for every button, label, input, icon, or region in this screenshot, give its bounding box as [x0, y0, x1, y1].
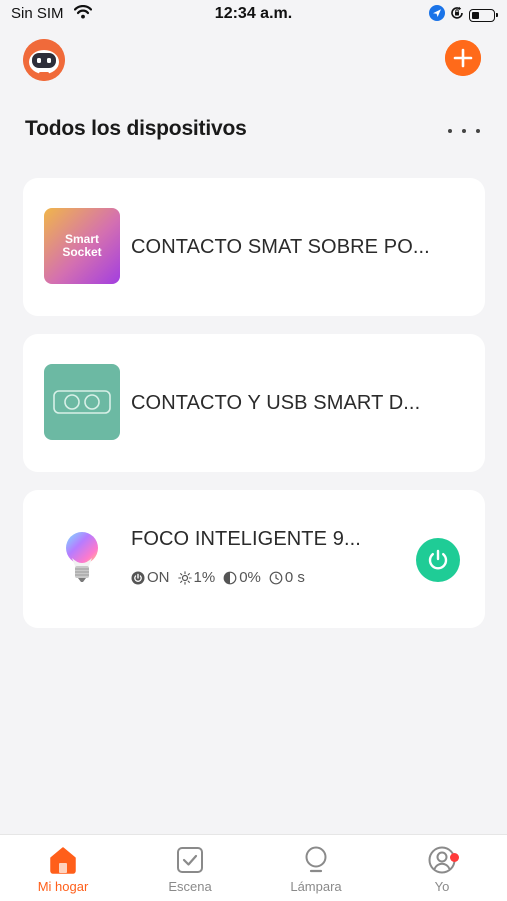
timer: 0 s: [269, 569, 305, 586]
status-bar: Sin SIM 12:34 a.m.: [0, 0, 507, 30]
device-name: CONTACTO SMAT SOBRE PO...: [131, 236, 430, 258]
usb-socket-icon: [44, 364, 120, 440]
lamp-icon: [305, 846, 327, 873]
brightness: 1%: [177, 569, 216, 586]
tab-label: Lámpara: [290, 879, 342, 894]
half-circle-icon: [223, 571, 237, 584]
plus-icon: [445, 40, 481, 76]
add-device-button[interactable]: [445, 40, 481, 76]
home-icon: [50, 847, 76, 874]
tab-label: Mi hogar: [37, 879, 89, 894]
status-icons: [429, 5, 498, 26]
device-card-smart-socket[interactable]: Smart Socket CONTACTO SMAT SOBRE PO...: [23, 178, 485, 316]
bulb-icon: [44, 520, 120, 596]
tab-label: Yo: [434, 879, 450, 894]
notification-badge: [450, 853, 459, 862]
device-name: CONTACTO Y USB SMART D...: [131, 392, 421, 414]
bottom-tab-bar: Mi hogar Escena Lámpara Yo: [0, 834, 507, 901]
smart-socket-icon: Smart Socket: [44, 208, 120, 284]
tab-label: Escena: [168, 879, 212, 894]
orientation-lock-icon: [450, 6, 464, 25]
tab-yo[interactable]: Yo: [397, 845, 487, 901]
device-card-smart-bulb[interactable]: FOCO INTELIGENTE 9... ON 1% 0% 0 s: [23, 490, 485, 628]
thumb-line-2: Socket: [62, 245, 102, 259]
location-arrow-icon: [429, 5, 445, 26]
device-name: FOCO INTELIGENTE 9...: [131, 528, 361, 550]
power-state-icon: [131, 571, 145, 584]
device-card-usb-socket[interactable]: CONTACTO Y USB SMART D...: [23, 334, 485, 472]
color-temperature: 0%: [223, 569, 261, 586]
clock-icon: [269, 571, 283, 584]
robot-avatar-icon[interactable]: [23, 39, 65, 81]
timer-value: 0 s: [284, 569, 305, 586]
more-options-button[interactable]: [448, 124, 480, 138]
tab-escena[interactable]: Escena: [145, 845, 235, 901]
tab-mi-hogar[interactable]: Mi hogar: [18, 845, 108, 901]
brightness-value: 1%: [193, 569, 216, 586]
more-dots-icon: [448, 129, 452, 133]
device-status: ON 1% 0% 0 s: [131, 569, 305, 586]
scene-check-icon: [177, 847, 203, 873]
power-icon: [428, 549, 448, 570]
power-state: ON: [131, 569, 170, 586]
battery-icon: [469, 9, 498, 22]
power-state-value: ON: [147, 569, 170, 586]
color-temp-value: 0%: [239, 569, 261, 586]
tab-lampara[interactable]: Lámpara: [271, 845, 361, 901]
page-title: Todos los dispositivos: [25, 117, 247, 140]
power-toggle-button[interactable]: [416, 538, 460, 582]
sun-icon: [177, 570, 192, 585]
